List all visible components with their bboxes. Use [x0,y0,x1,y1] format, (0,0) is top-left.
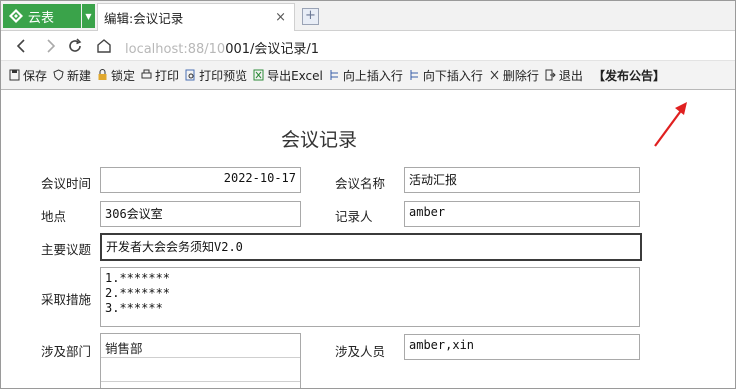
page-title: 会议记录 [281,129,358,151]
department-row[interactable] [101,358,300,382]
address-bar: localhost:88/10001/会议记录/1 [1,31,735,61]
home-icon[interactable] [95,37,113,55]
back-icon[interactable] [13,37,31,55]
exit-icon [545,69,556,81]
shield-new-icon [53,69,64,81]
url-field[interactable]: localhost:88/10001/会议记录/1 [125,38,319,57]
app-dropdown-toggle[interactable]: ▼ [82,4,95,28]
print-preview-button[interactable]: 打印预览 [185,67,247,84]
department-row[interactable]: 销售部 [101,334,300,358]
print-preview-label: 打印预览 [199,68,248,83]
meeting-name-label: 会议名称 [335,176,386,191]
recorder-label: 记录人 [335,209,373,224]
topic-field[interactable]: 开发者大会会务须知V2.0 [100,233,642,261]
location-field[interactable]: 306会议室 [100,201,301,227]
delete-row-label: 删除行 [502,68,539,83]
meeting-name-field[interactable]: 活动汇报 [404,167,640,193]
print-icon [141,69,152,79]
annotation-arrow-icon [654,102,687,147]
browser-window: 云表 ▼ 编辑:会议记录 × + localhost:88/10001/会议记录… [0,0,736,389]
refresh-icon[interactable] [66,37,84,55]
department-label: 涉及部门 [41,344,92,359]
measures-line: 2.******* [105,286,171,300]
publish-announcement-label: 【发布公告】 [592,68,665,83]
new-tab-button[interactable]: + [302,8,319,25]
new-label: 新建 [67,68,92,83]
excel-icon [253,69,264,81]
cloud-table-logo-icon [9,9,23,23]
close-icon[interactable]: × [275,10,286,25]
save-icon [9,69,20,81]
save-button[interactable]: 保存 [9,67,47,84]
forward-icon[interactable] [41,37,59,55]
new-button[interactable]: 新建 [53,67,91,84]
recorder-field[interactable]: amber [404,201,640,227]
save-label: 保存 [23,68,48,83]
department-list: 销售部 [100,333,301,388]
exit-button[interactable]: 退出 [545,67,583,84]
tab-strip: 云表 ▼ 编辑:会议记录 × + [1,1,735,31]
people-label: 涉及人员 [335,344,386,359]
delete-row-icon [490,70,499,80]
print-preview-icon [185,69,195,81]
meeting-time-field[interactable]: 2022-10-17 [100,167,301,193]
measures-line: 3.****** [105,301,163,315]
insert-row-below-icon [410,70,418,80]
lock-button[interactable]: 锁定 [97,67,135,84]
exit-label: 退出 [558,68,583,83]
meeting-time-label: 会议时间 [41,176,92,191]
export-excel-label: 导出Excel [267,68,323,83]
form-area: 会议记录 会议时间 2022-10-17 会议名称 活动汇报 地点 306会议室… [1,91,735,388]
publish-announcement-button[interactable]: 【发布公告】 [593,67,665,84]
measures-line: 1.******* [105,271,171,285]
insert-row-below-button[interactable]: 向下插入行 [409,67,483,84]
topic-label: 主要议题 [41,242,92,257]
insert-row-above-label: 向上插入行 [342,68,403,83]
lock-label: 锁定 [111,68,136,83]
url-path: 001/会议记录/1 [225,42,320,57]
insert-row-below-label: 向下插入行 [422,68,483,83]
url-host: localhost:88/10 [125,42,226,57]
app-name: 云表 [28,10,55,26]
insert-row-above-button[interactable]: 向上插入行 [329,67,403,84]
delete-row-button[interactable]: 删除行 [489,67,539,84]
people-field[interactable]: amber,xin [404,334,640,360]
tab-edit-meeting-record[interactable]: 编辑:会议记录 × [97,3,295,31]
department-row[interactable] [101,382,300,388]
measures-label: 采取措施 [41,292,92,307]
print-button[interactable]: 打印 [141,67,179,84]
lock-icon [98,69,107,80]
toolbar: 保存 新建 锁定 打印 打印预览 导出Excel 向上插入行 向下插入行 删除行… [1,61,735,90]
print-label: 打印 [155,68,180,83]
app-menu-button[interactable]: 云表 [3,4,81,28]
caret-down-icon: ▼ [85,11,92,21]
insert-row-above-icon [330,70,338,80]
export-excel-button[interactable]: 导出Excel [253,67,323,84]
location-label: 地点 [41,209,67,224]
measures-field[interactable]: 1.******* 2.******* 3.****** [100,267,640,327]
tab-title: 编辑:会议记录 [104,11,184,26]
